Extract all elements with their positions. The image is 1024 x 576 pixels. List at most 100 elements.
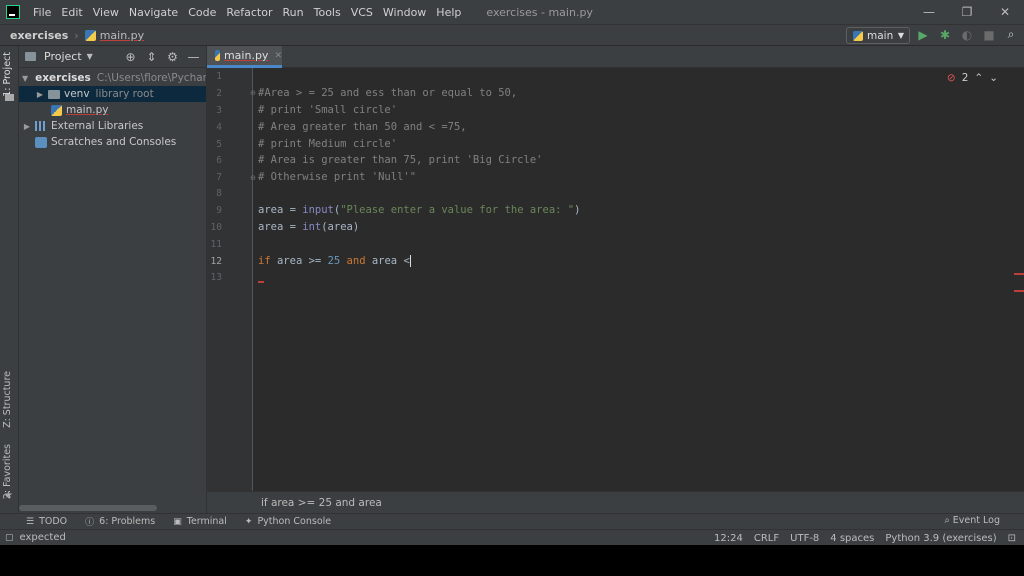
code-token: 25	[327, 255, 341, 267]
hide-icon[interactable]: —	[187, 50, 200, 64]
terminal-tool-button[interactable]: ▣ Terminal	[173, 516, 227, 527]
tool-button-label: Python Console	[257, 516, 332, 527]
error-stripe-mark[interactable]	[1014, 273, 1024, 275]
close-tab-icon[interactable]: ✕	[274, 51, 282, 61]
breadcrumb-file[interactable]: main.py	[100, 29, 144, 42]
menu-file[interactable]: File	[28, 6, 56, 19]
project-tool-tab[interactable]: 1: Project	[2, 52, 13, 97]
chevron-down-icon[interactable]: ▼	[87, 52, 93, 61]
chevron-down-icon[interactable]: ▼	[22, 74, 28, 83]
problems-tool-button[interactable]: ⓘ 6: Problems	[85, 515, 155, 528]
project-panel-actions: ⊕ ⇕ ⚙ —	[124, 50, 200, 64]
event-log-button[interactable]: ⌕ Event Log	[944, 515, 1000, 526]
indent-setting[interactable]: 4 spaces	[830, 533, 874, 544]
menu-navigate[interactable]: Navigate	[124, 6, 183, 19]
line-number: 7	[216, 172, 222, 183]
line-number: 10	[210, 222, 222, 233]
tree-item-note: library root	[95, 88, 154, 100]
file-encoding[interactable]: UTF-8	[790, 533, 819, 544]
line-number: 5	[216, 139, 222, 150]
minimize-icon[interactable]: —	[910, 0, 948, 24]
code-token: area <	[365, 255, 410, 267]
terminal-icon: ▣	[173, 516, 182, 527]
run-toolbar: ▶ ✱ ◐ ■ ⌕	[916, 27, 1018, 42]
line-number-gutter: 1 2 3 4 5 6 7 9 8 10 11 12 13 ⊖ ⊖	[207, 68, 256, 491]
python-icon	[853, 30, 863, 41]
collapse-all-icon[interactable]: ⇕	[145, 50, 158, 64]
menu-vcs[interactable]: VCS	[346, 6, 378, 19]
caret-position[interactable]: 12:24	[714, 533, 743, 544]
inspection-widget[interactable]: ⊘ 2 ⌃ ⌄	[947, 72, 998, 84]
pycharm-logo-icon	[6, 5, 20, 19]
python-icon: ✦	[244, 516, 253, 527]
menu-help[interactable]: Help	[431, 6, 466, 19]
horizontal-scrollbar[interactable]	[19, 505, 157, 511]
code-token: =	[283, 221, 303, 233]
run-configuration-select[interactable]: main ▼	[846, 27, 910, 44]
restore-icon[interactable]: ❐	[948, 0, 986, 24]
magnifier-icon: ⌕	[944, 515, 950, 526]
menu-code[interactable]: Code	[183, 6, 221, 19]
debug-icon[interactable]: ✱	[938, 28, 952, 42]
chevron-right-icon[interactable]: ▶	[22, 122, 32, 131]
tree-item-label: main.py	[66, 104, 109, 116]
lock-icon[interactable]: ⊡	[1008, 533, 1016, 544]
code-token: if	[258, 255, 271, 267]
project-view-title[interactable]: Project	[44, 50, 82, 63]
tool-button-label: 6: Problems	[99, 516, 156, 527]
title-bar: File Edit View Navigate Code Refactor Ru…	[0, 0, 1024, 24]
current-line-number: 12	[210, 256, 222, 267]
tree-item-main-py[interactable]: main.py	[19, 102, 206, 118]
structure-tool-tab[interactable]: Z: Structure	[2, 371, 13, 428]
chevron-up-icon[interactable]: ⌃	[974, 72, 983, 84]
fold-icon[interactable]: ⊖	[250, 174, 256, 182]
chevron-right-icon[interactable]: ▶	[35, 90, 45, 99]
gear-icon[interactable]: ⚙	[166, 50, 179, 64]
menu-refactor[interactable]: Refactor	[221, 6, 277, 19]
menu-edit[interactable]: Edit	[56, 6, 87, 19]
pycharm-window: File Edit View Navigate Code Refactor Ru…	[0, 0, 1024, 545]
menu-window[interactable]: Window	[378, 6, 431, 19]
run-icon[interactable]: ▶	[916, 28, 930, 42]
code-line: # print Medium circle'	[258, 138, 398, 150]
tree-item-external-libraries[interactable]: ▶ External Libraries	[19, 118, 206, 134]
code-token: )	[574, 204, 581, 216]
fold-icon[interactable]: ⊖	[250, 89, 256, 97]
close-icon[interactable]: ✕	[986, 0, 1024, 24]
code-editor[interactable]: #Area > = 25 and ess than or equal to 50…	[258, 68, 998, 491]
chevron-down-icon[interactable]: ⌄	[989, 72, 998, 84]
tree-item-venv[interactable]: ▶ venv library root	[19, 86, 206, 102]
search-icon[interactable]: ⌕	[1004, 27, 1018, 42]
locate-icon[interactable]: ⊕	[124, 50, 137, 64]
menu-tools[interactable]: Tools	[309, 6, 346, 19]
star-icon: ★	[4, 490, 13, 501]
tab-main-py[interactable]: main.py ✕	[207, 46, 282, 68]
breadcrumb-project[interactable]: exercises	[10, 29, 68, 42]
line-separator[interactable]: CRLF	[754, 533, 779, 544]
line-number: 4	[216, 122, 222, 133]
stop-icon[interactable]: ■	[982, 28, 996, 42]
line-number: 8	[216, 188, 222, 199]
line-number: 1	[216, 71, 222, 82]
tree-item-exercises[interactable]: ▼ exercises C:\Users\flore\PycharmPr	[19, 70, 206, 86]
text-caret	[409, 255, 411, 267]
error-stripe-mark[interactable]	[1014, 290, 1024, 292]
run-configuration-label: main	[867, 29, 894, 42]
project-panel-header: Project ▼ ⊕ ⇕ ⚙ —	[19, 46, 206, 68]
tree-item-scratches[interactable]: Scratches and Consoles	[19, 134, 206, 150]
editor-breadcrumb-hint[interactable]: if area >= 25 and area	[207, 491, 1024, 513]
code-token: area	[258, 204, 284, 216]
editor-tabs: main.py ✕	[207, 46, 1024, 68]
line-number: 3	[216, 105, 222, 116]
python-interpreter[interactable]: Python 3.9 (exercises)	[885, 533, 996, 544]
coverage-icon[interactable]: ◐	[960, 28, 974, 42]
breadcrumb: exercises › main.py	[0, 29, 144, 42]
menu-view[interactable]: View	[88, 6, 124, 19]
tree-item-path: C:\Users\flore\PycharmPr	[96, 72, 206, 84]
todo-tool-button[interactable]: ☰ TODO	[26, 516, 67, 527]
chevron-down-icon: ▼	[897, 31, 904, 40]
toggle-tool-windows-icon[interactable]: ▢	[5, 533, 14, 543]
code-line: # Otherwise print 'Null'"	[258, 171, 417, 183]
menu-run[interactable]: Run	[278, 6, 309, 19]
python-console-tool-button[interactable]: ✦ Python Console	[245, 516, 331, 527]
